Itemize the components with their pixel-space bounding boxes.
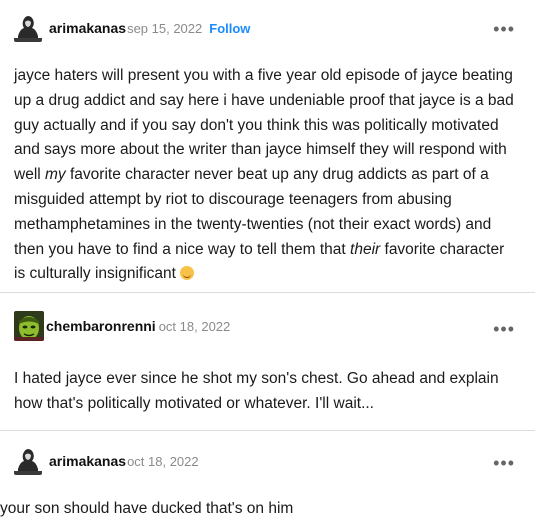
post-header: arimakanas oct 18, 2022 bbox=[14, 447, 199, 475]
post-text-emphasis: their bbox=[350, 240, 381, 258]
more-options-icon[interactable]: ••• bbox=[493, 20, 515, 38]
more-options-icon[interactable]: ••• bbox=[493, 320, 515, 338]
avatar[interactable] bbox=[14, 14, 42, 42]
post-text-emphasis: my bbox=[45, 166, 66, 184]
username[interactable]: arimakanas bbox=[49, 453, 126, 469]
post-date: oct 18, 2022 bbox=[127, 453, 199, 469]
post-body: jayce haters will present you with a fiv… bbox=[14, 64, 514, 287]
relieved-face-emoji-icon bbox=[180, 266, 195, 281]
post-body: your son should have ducked that's on hi… bbox=[0, 500, 294, 517]
post-3: arimakanas oct 18, 2022 ••• your son sho… bbox=[0, 431, 535, 531]
avatar[interactable] bbox=[14, 311, 44, 341]
post-header: chembaronrenni oct 18, 2022 bbox=[14, 311, 230, 341]
avatar[interactable] bbox=[14, 447, 42, 475]
more-options-icon[interactable]: ••• bbox=[493, 454, 515, 472]
post-2: chembaronrenni oct 18, 2022 ••• I hated … bbox=[0, 293, 535, 430]
post-1: arimakanas sep 15, 2022 Follow ••• jayce… bbox=[0, 0, 535, 292]
post-header: arimakanas sep 15, 2022 Follow bbox=[14, 14, 250, 42]
post-date: sep 15, 2022 bbox=[127, 20, 203, 36]
post-date: oct 18, 2022 bbox=[158, 318, 231, 334]
follow-button[interactable]: Follow bbox=[209, 21, 250, 36]
username[interactable]: chembaronrenni bbox=[46, 318, 156, 334]
username[interactable]: arimakanas bbox=[49, 20, 126, 36]
post-body: I hated jayce ever since he shot my son'… bbox=[14, 370, 499, 412]
